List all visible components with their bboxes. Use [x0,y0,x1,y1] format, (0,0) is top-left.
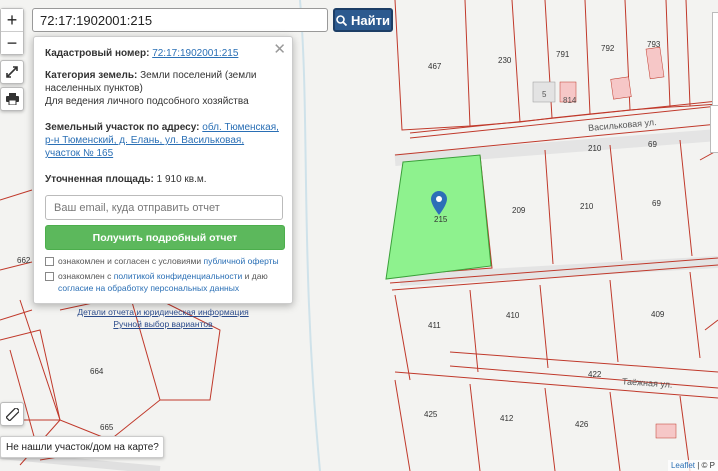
privacy-consent-text: ознакомлен с [58,271,112,281]
parcel-label: 411 [428,321,441,330]
parcel-label: 69 [648,140,657,149]
attribution-rest: | © P [697,461,715,470]
parcel-label: 662 [17,256,31,265]
privacy-consent-checkbox-row: ознакомлен с политикой конфиденциальност… [45,270,281,294]
area-label: Уточненная площадь: [45,174,154,185]
search-icon [336,14,348,26]
popup-links: Детали отчета и юридическая информация Р… [45,306,281,330]
ruler-button[interactable] [0,402,24,426]
public-offer-link[interactable]: публичной оферты [204,256,279,266]
parcel-label: 665 [100,423,114,432]
parcel-label: 230 [498,56,512,65]
parcel-label: 793 [647,40,661,49]
ruler-icon [5,407,19,421]
selected-parcel-label: 215 [434,215,448,224]
cadastral-search-input[interactable] [32,8,328,32]
parcel-label: 426 [575,420,589,429]
layer-switcher-panel[interactable] [710,105,718,153]
parcel-label: 467 [428,62,442,71]
parcel-label: 791 [556,50,570,59]
map-attribution: Leaflet | © P [667,460,718,471]
land-usage-value: Для ведения личного подсобного хозяйства [45,96,249,107]
land-category-row: Категория земель: Земли поселений (земли… [45,69,281,108]
privacy-consent-checkbox[interactable] [45,272,54,281]
offer-consent-checkbox-row: ознакомлен и согласен с условиями публич… [45,255,281,267]
zoom-out-button[interactable]: − [1,31,23,54]
zoom-in-button[interactable]: + [1,9,23,31]
not-found-button[interactable]: Не нашли участок/дом на карте? [0,436,164,458]
parcel-label: 5 [542,90,547,99]
manual-selection-link[interactable]: Ручной выбор вариантов [45,318,281,330]
area-row: Уточненная площадь: 1 910 кв.м. [45,173,281,186]
parcel-info-popup: ✕ Кадастровый номер: 72:17:1902001:215 К… [33,36,293,329]
parcel-label: 210 [580,202,594,211]
printer-icon [5,93,19,105]
privacy-consent-mid: и даю [244,271,268,281]
close-icon[interactable]: ✕ [273,40,286,58]
parcel-label: 792 [601,44,615,53]
offer-consent-text: ознакомлен и согласен с условиями [58,256,202,266]
expand-icon [6,66,18,78]
email-field[interactable]: Ваш email, куда отправить отчет [45,195,283,220]
parcel-label: 409 [651,310,665,319]
land-category-label: Категория земель: [45,70,138,81]
search-button[interactable]: Найти [333,8,393,32]
zoom-control: + − [0,8,24,55]
parcel-label: 69 [652,199,661,208]
leaflet-link[interactable]: Leaflet [671,461,695,470]
report-details-link[interactable]: Детали отчета и юридическая информация [45,306,281,318]
parcel-label: 422 [588,370,602,379]
area-value: 1 910 кв.м. [156,174,207,185]
parcel-label: 412 [500,414,514,423]
cadastral-number-row: Кадастровый номер: 72:17:1902001:215 [45,47,281,60]
parcel-label: 664 [90,367,104,376]
parcel-label: 425 [424,410,438,419]
privacy-policy-link[interactable]: политикой конфиденциальности [114,271,243,281]
location-pin-icon[interactable] [431,191,447,215]
data-processing-link[interactable]: согласие на обработку персональных данны… [58,283,239,293]
cadastral-number-link[interactable]: 72:17:1902001:215 [152,48,238,59]
search-button-label: Найти [351,12,390,28]
parcel-label: 210 [588,144,602,153]
get-report-button[interactable]: Получить подробный отчет [45,225,285,250]
fullscreen-button[interactable] [0,60,24,84]
address-label: Земельный участок по адресу: [45,122,200,133]
cadastral-number-label: Кадастровый номер: [45,48,150,59]
print-button[interactable] [0,87,24,111]
address-row: Земельный участок по адресу: обл. Тюменс… [45,121,281,160]
offer-consent-checkbox[interactable] [45,257,54,266]
parcel-label: 209 [512,206,526,215]
parcel-label: 410 [506,311,520,320]
parcel-label: 814 [563,96,577,105]
